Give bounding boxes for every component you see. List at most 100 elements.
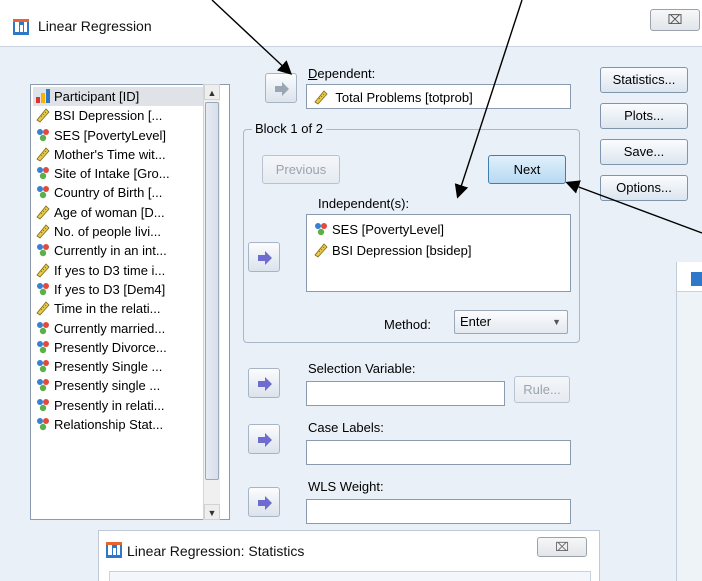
right-arrow-icon xyxy=(275,82,289,96)
right-arrow-icon xyxy=(258,251,272,265)
scale-ruler-icon xyxy=(36,108,50,123)
close-button[interactable]: ⌧ xyxy=(650,9,700,31)
nominal-people-icon xyxy=(37,128,49,141)
variable-list-item[interactable]: Presently Single ... xyxy=(33,357,213,376)
variable-label: Country of Birth [... xyxy=(54,185,163,201)
chevron-down-icon: ▼ xyxy=(552,317,561,327)
nominal-people-icon xyxy=(37,379,49,392)
move-to-dependent-button[interactable] xyxy=(265,73,297,103)
dependent-label: Dependent: xyxy=(308,66,376,81)
background-window-title xyxy=(677,262,702,292)
variable-list-scrollbar[interactable]: ▲ ▼ xyxy=(203,84,220,520)
variable-list-item[interactable]: Participant [ID] xyxy=(33,87,213,107)
variable-list-item[interactable]: Currently married... xyxy=(33,319,213,338)
variable-label: If yes to D3 time i... xyxy=(54,262,166,278)
options-button[interactable]: Options... xyxy=(600,175,688,201)
statistics-dialog-title: Linear Regression: Statistics xyxy=(127,543,305,559)
scroll-thumb[interactable] xyxy=(205,102,219,480)
independent-label: SES [PovertyLevel] xyxy=(332,222,444,237)
scale-ruler-icon xyxy=(36,205,50,220)
move-to-case-labels-button[interactable] xyxy=(248,424,280,454)
close-icon: ⌧ xyxy=(667,12,683,27)
variable-label: Presently Divorce... xyxy=(54,339,167,355)
variable-label: SES [PovertyLevel] xyxy=(54,127,166,143)
variable-label: If yes to D3 [Dem4] xyxy=(54,281,166,297)
nominal-people-icon xyxy=(37,340,49,354)
scale-ruler-icon xyxy=(314,243,328,258)
variable-label: Presently Single ... xyxy=(54,359,163,375)
dependent-field[interactable]: Total Problems [totprob] xyxy=(306,84,571,109)
variable-list-item[interactable]: If yes to D3 time i... xyxy=(33,261,213,280)
next-button[interactable]: Next xyxy=(488,155,566,184)
variable-list-item[interactable]: If yes to D3 [Dem4] xyxy=(33,280,213,299)
background-window xyxy=(676,262,702,581)
independents-label: Independent(s): xyxy=(318,196,410,211)
variable-label: Mother's Time wit... xyxy=(54,146,166,162)
previous-button[interactable]: Previous xyxy=(262,155,340,184)
statistics-close-button[interactable]: ⌧ xyxy=(537,537,587,557)
screenshot: Linear Regression ⌧ Participant [ID] BSI … xyxy=(0,0,702,581)
scroll-down-icon[interactable]: ▼ xyxy=(204,504,220,520)
method-label: Method: xyxy=(384,317,431,332)
case-labels-field[interactable] xyxy=(306,440,571,465)
variable-label: Time in the relati... xyxy=(54,301,161,317)
variable-list-item[interactable]: Presently Divorce... xyxy=(33,338,213,357)
variable-label: No. of people livi... xyxy=(54,224,161,240)
nominal-people-icon xyxy=(37,398,49,411)
scale-ruler-icon xyxy=(314,90,328,105)
variable-label: Presently in relati... xyxy=(54,397,165,413)
right-arrow-icon xyxy=(258,377,272,391)
move-to-selection-button[interactable] xyxy=(248,368,280,398)
nominal-bar-icon xyxy=(36,89,50,103)
title-bar: Linear Regression ⌧ xyxy=(0,0,702,46)
variable-label: Currently in an int... xyxy=(54,243,167,259)
source-variable-list[interactable]: Participant [ID] BSI Depression [... SES [… xyxy=(30,84,230,520)
variable-label: Relationship Stat... xyxy=(54,417,164,433)
variable-label: Presently single ... xyxy=(54,378,161,394)
variable-list-item[interactable]: Age of woman [D... xyxy=(33,203,213,222)
wls-weight-field[interactable] xyxy=(306,499,571,524)
scale-ruler-icon xyxy=(36,301,50,316)
selection-variable-field[interactable] xyxy=(306,381,505,406)
save-button[interactable]: Save... xyxy=(600,139,688,165)
variable-list-item[interactable]: Time in the relati... xyxy=(33,299,213,318)
variable-list-item[interactable]: SES [PovertyLevel] xyxy=(33,126,213,145)
scale-ruler-icon xyxy=(36,224,50,239)
method-value: Enter xyxy=(460,314,492,329)
scroll-up-icon[interactable]: ▲ xyxy=(204,84,220,100)
spss-app-icon xyxy=(106,542,122,558)
nominal-people-icon xyxy=(37,244,49,257)
statistics-button[interactable]: Statistics... xyxy=(600,67,688,93)
variable-list-item[interactable]: Presently in relati... xyxy=(33,396,213,415)
variable-list-item[interactable]: Country of Birth [... xyxy=(33,183,213,202)
dependent-value: Total Problems [totprob] xyxy=(335,90,473,105)
independents-list[interactable]: SES [PovertyLevel] BSI Depression [bsidep… xyxy=(306,214,571,292)
independent-item[interactable]: SES [PovertyLevel] xyxy=(313,221,444,237)
scale-ruler-icon xyxy=(36,263,50,278)
variable-list-item[interactable]: Mother's Time wit... xyxy=(33,145,213,164)
dependent-label-text: ependent: xyxy=(317,66,376,81)
save-label: Save... xyxy=(623,144,665,159)
variable-label: Participant [ID] xyxy=(54,89,140,104)
variable-list-item[interactable]: Relationship Stat... xyxy=(33,415,213,434)
independent-item[interactable]: BSI Depression [bsidep] xyxy=(313,242,471,258)
rule-button[interactable]: Rule... xyxy=(514,376,570,403)
scale-ruler-icon xyxy=(36,147,50,162)
case-labels-label: Case Labels: xyxy=(308,420,384,435)
plots-button[interactable]: Plots... xyxy=(600,103,688,129)
variable-label: Site of Intake [Gro... xyxy=(54,166,170,182)
variable-list-item[interactable]: Presently single ... xyxy=(33,376,213,395)
method-select[interactable]: Enter ▼ xyxy=(454,310,568,334)
variable-list-item[interactable]: Site of Intake [Gro... xyxy=(33,164,213,183)
variable-list-item[interactable]: No. of people livi... xyxy=(33,222,213,241)
move-to-independents-button[interactable] xyxy=(248,242,280,272)
nominal-people-icon xyxy=(315,223,327,236)
variable-list-item[interactable]: Currently in an int... xyxy=(33,241,213,260)
spss-app-icon xyxy=(691,272,702,286)
move-to-wls-weight-button[interactable] xyxy=(248,487,280,517)
wls-weight-label: WLS Weight: xyxy=(308,479,384,494)
variable-list-item[interactable]: BSI Depression [... xyxy=(33,106,213,125)
close-icon: ⌧ xyxy=(555,540,569,554)
variable-label: Currently married... xyxy=(54,320,166,336)
nominal-people-icon xyxy=(37,321,49,334)
